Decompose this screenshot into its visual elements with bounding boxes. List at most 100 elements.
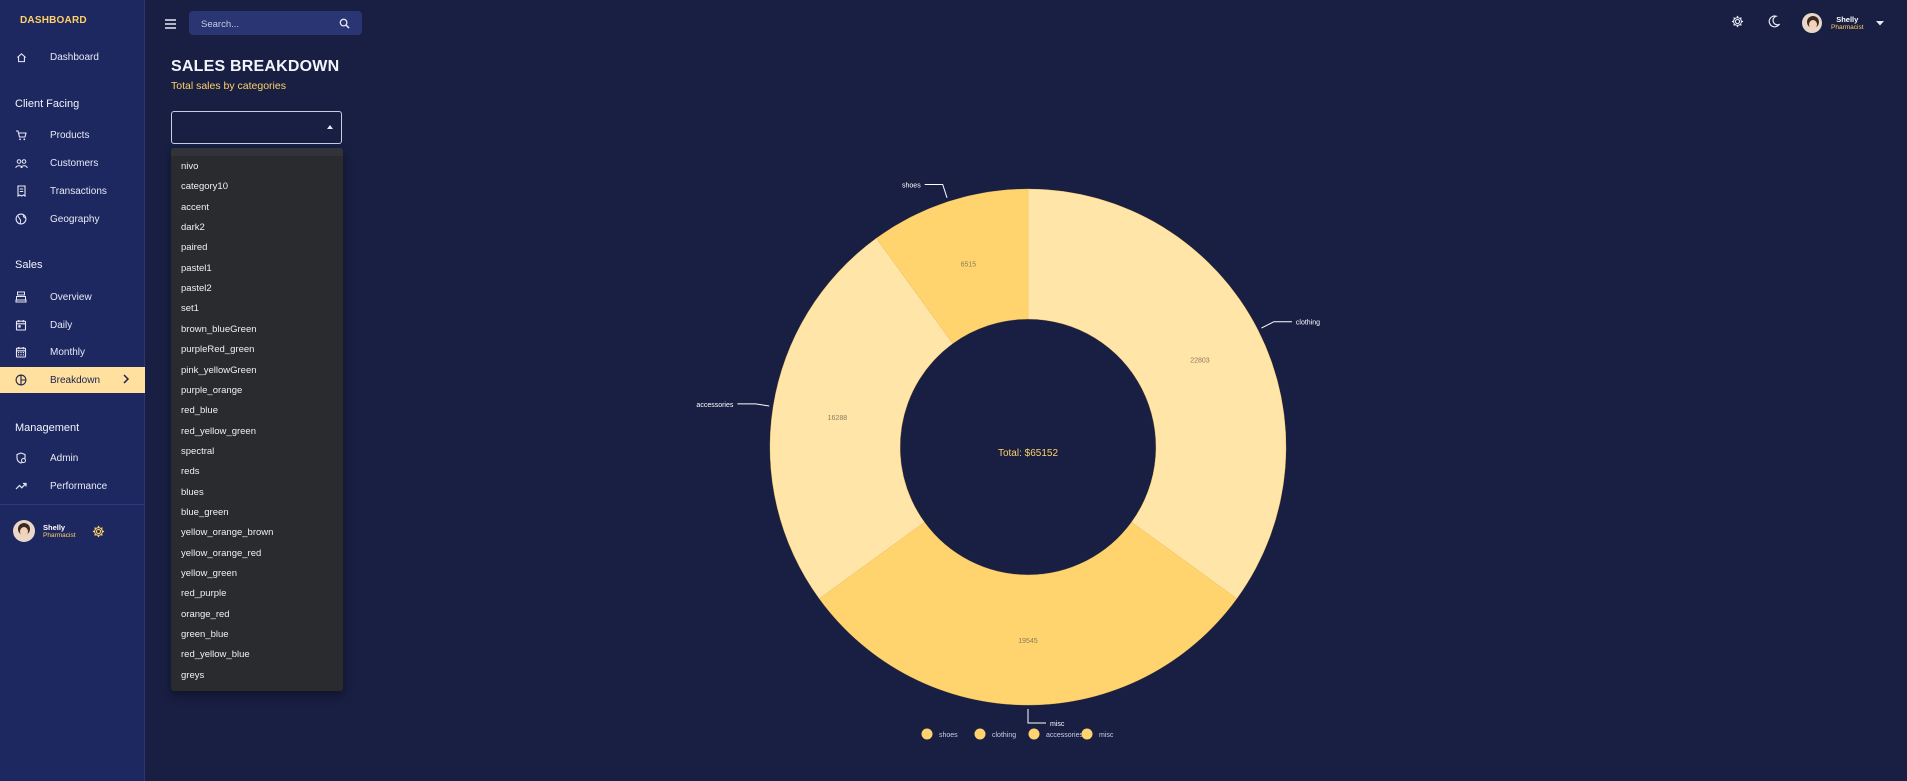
section-client-facing: Client Facing <box>15 98 80 110</box>
arc-link-line <box>924 184 948 198</box>
slice-value-label: 22803 <box>1190 357 1210 364</box>
pie-slice-misc[interactable] <box>818 521 1237 706</box>
menu-option-spectral[interactable]: spectral <box>181 446 214 457</box>
menu-option-accent[interactable]: accent <box>181 202 209 213</box>
sidebar-item-transactions[interactable]: Transactions <box>0 178 145 204</box>
menu-option-purpleRed_green[interactable]: purpleRed_green <box>181 344 254 355</box>
menu-option-red_purple[interactable]: red_purple <box>181 588 226 599</box>
chevron-up-icon <box>327 125 333 129</box>
sidebar-item-products[interactable]: Products <box>0 122 145 148</box>
menu-option-pink_yellowGreen[interactable]: pink_yellowGreen <box>181 365 257 376</box>
dark-mode-icon[interactable] <box>1768 15 1781 33</box>
sidebar-item-label: Monthly <box>50 346 86 358</box>
menu-icon[interactable] <box>165 16 176 34</box>
legend-label: clothing <box>992 732 1016 739</box>
sidebar-item-dashboard[interactable]: Dashboard <box>0 44 145 70</box>
sidebar-item-label: Products <box>50 129 90 141</box>
sidebar-item-label: Dashboard <box>50 51 99 63</box>
legend-swatch[interactable] <box>974 728 986 740</box>
admin-panel-icon <box>14 451 28 465</box>
calendar-today-icon <box>14 318 28 332</box>
avatar <box>13 520 35 542</box>
sidebar: DASHBOARD Dashboard Client Facing Produc… <box>0 0 145 781</box>
settings-icon[interactable] <box>1731 15 1744 33</box>
pie-slice-clothing[interactable] <box>1027 188 1287 599</box>
menu-option-pastel1[interactable]: pastel1 <box>181 263 212 274</box>
receipt-icon <box>14 184 28 198</box>
menu-option-category10[interactable]: category10 <box>181 181 228 192</box>
menu-option-yellow_orange_brown[interactable]: yellow_orange_brown <box>181 527 273 538</box>
group-icon <box>14 156 28 170</box>
legend-swatch[interactable] <box>921 728 933 740</box>
avatar <box>1802 13 1822 33</box>
search-icon[interactable] <box>339 16 350 34</box>
menu-option-blue_green[interactable]: blue_green <box>181 507 229 518</box>
sidebar-item-daily[interactable]: Daily <box>0 312 145 338</box>
topbar-user-name: Shelly <box>1836 14 1859 24</box>
menu-highlight <box>171 148 343 156</box>
cart-icon <box>14 128 28 142</box>
menu-option-green_blue[interactable]: green_blue <box>181 629 229 640</box>
arc-link-label: accessories <box>696 402 733 409</box>
section-sales: Sales <box>15 259 43 271</box>
pie-slice-shoes[interactable] <box>876 188 1029 344</box>
page-subtitle: Total sales by categories <box>171 80 286 92</box>
arc-link-line <box>1261 321 1292 329</box>
search-box <box>189 11 362 35</box>
settings-icon[interactable] <box>92 525 105 538</box>
sidebar-item-label: Overview <box>50 291 92 303</box>
menu-option-yellow_green[interactable]: yellow_green <box>181 568 237 579</box>
menu-option-reds[interactable]: reds <box>181 466 199 477</box>
chart-center-total: Total: $65152 <box>998 448 1058 459</box>
chevron-right-icon <box>122 373 130 388</box>
menu-option-paired[interactable]: paired <box>181 242 207 253</box>
sidebar-item-breakdown[interactable]: Breakdown <box>0 367 145 393</box>
legend-swatch[interactable] <box>1081 728 1093 740</box>
home-icon <box>14 50 28 64</box>
brand-title[interactable]: DASHBOARD <box>20 15 87 26</box>
legend-label: shoes <box>939 732 958 739</box>
trending-up-icon <box>14 479 28 493</box>
pie-chart-icon <box>14 373 28 387</box>
topbar-user[interactable]: Shelly Pharmacist <box>1802 13 1884 33</box>
menu-option-yellow_orange_red[interactable]: yellow_orange_red <box>181 548 261 559</box>
menu-option-orange_red[interactable]: orange_red <box>181 609 230 620</box>
sidebar-item-performance[interactable]: Performance <box>0 473 145 499</box>
menu-option-blues[interactable]: blues <box>181 487 204 498</box>
menu-option-red_yellow_green[interactable]: red_yellow_green <box>181 426 256 437</box>
legend-label: accessories <box>1046 732 1083 739</box>
sidebar-item-label: Performance <box>50 480 108 492</box>
color-scheme-select[interactable] <box>171 111 342 144</box>
pie-slice-accessories[interactable] <box>769 237 954 599</box>
sidebar-item-overview[interactable]: Overview <box>0 284 145 310</box>
menu-option-pastel2[interactable]: pastel2 <box>181 283 212 294</box>
menu-option-nivo[interactable]: nivo <box>181 161 198 172</box>
menu-option-brown_blueGreen[interactable]: brown_blueGreen <box>181 324 257 335</box>
globe-icon <box>14 212 28 226</box>
menu-option-purple_orange[interactable]: purple_orange <box>181 385 242 396</box>
menu-option-red_yellow_blue[interactable]: red_yellow_blue <box>181 649 250 660</box>
sidebar-item-label: Geography <box>50 213 100 225</box>
sidebar-divider <box>0 504 145 505</box>
arrow-drop-down-icon[interactable] <box>1875 20 1884 26</box>
sidebar-item-admin[interactable]: Admin <box>0 445 145 471</box>
search-input[interactable] <box>199 15 333 33</box>
sidebar-item-label: Breakdown <box>50 374 101 386</box>
menu-option-dark2[interactable]: dark2 <box>181 222 205 233</box>
sidebar-item-label: Admin <box>50 452 79 464</box>
menu-option-set1[interactable]: set1 <box>181 303 199 314</box>
arc-link-line <box>737 403 770 407</box>
sidebar-item-monthly[interactable]: Monthly <box>0 339 145 365</box>
sidebar-item-customers[interactable]: Customers <box>0 150 145 176</box>
sidebar-item-label: Transactions <box>50 185 107 197</box>
arc-link-label: clothing <box>1296 320 1320 327</box>
menu-option-greys[interactable]: greys <box>181 670 204 681</box>
page-title: SALES BREAKDOWN <box>171 58 340 75</box>
menu-option-red_blue[interactable]: red_blue <box>181 405 218 416</box>
sidebar-item-label: Daily <box>50 319 73 331</box>
legend-swatch[interactable] <box>1028 728 1040 740</box>
sidebar-user-name: Shelly <box>43 522 66 532</box>
legend-label: misc <box>1099 732 1114 739</box>
calendar-month-icon <box>14 345 28 359</box>
sidebar-item-geography[interactable]: Geography <box>0 206 145 232</box>
